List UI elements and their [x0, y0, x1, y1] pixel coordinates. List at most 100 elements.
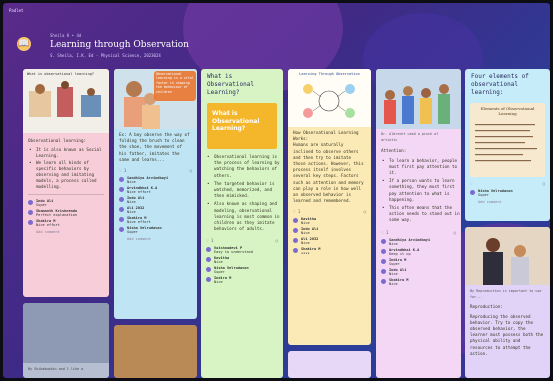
bullet-item: We learn all kinds of specific behaviors…	[23, 160, 109, 191]
avatar	[206, 247, 211, 253]
add-comment-field[interactable]: Add comment	[114, 235, 197, 244]
post-image[interactable]: Learning Through Observation	[288, 69, 371, 127]
avatar	[381, 248, 386, 254]
bullet-item: Also known as shaping and modeling, obse…	[201, 201, 283, 232]
avatar	[206, 267, 211, 273]
illustration	[376, 69, 461, 129]
avatar	[119, 197, 124, 203]
comment-text: Nice	[389, 281, 398, 286]
post-body: How Observational Learning Works: Humans…	[293, 130, 364, 204]
avatar	[293, 218, 298, 224]
image-caption: Dr. Albrecht used a pinch of artistic	[381, 132, 441, 143]
bullet-item: If a person wants to learn something, th…	[376, 178, 461, 203]
illustration	[29, 81, 101, 117]
comment-icon[interactable]: ◯	[543, 181, 545, 186]
post-image[interactable]: Elements of Observational Learning	[470, 103, 545, 177]
post-card[interactable]: By Reproduction is important to use for.…	[465, 227, 550, 378]
brand-name[interactable]: Padlet	[9, 8, 23, 13]
post-card[interactable]	[288, 351, 371, 378]
comment-text: Nice	[301, 231, 310, 236]
comment: Nisha Velrudavan Super	[114, 225, 197, 235]
avatar	[119, 227, 124, 233]
illustration	[465, 227, 550, 285]
comment: Indu Ali Nice	[376, 267, 461, 277]
avatar	[381, 238, 386, 244]
post-image[interactable]: Observational learning is a vital factor…	[114, 69, 197, 129]
comment-text: Keep it up	[389, 251, 411, 256]
post-image[interactable]	[23, 303, 109, 363]
comment: Indira M Nice	[201, 275, 283, 285]
post-title: Four elements of observational learning:	[471, 73, 533, 96]
post-card[interactable]	[114, 325, 197, 378]
comment-icon[interactable]: ◯	[190, 168, 192, 173]
comment: Kavitha Nice	[201, 255, 283, 265]
comment-icon[interactable]: ◯	[364, 209, 366, 214]
comment-icon[interactable]: ◯	[276, 238, 278, 243]
post-actions: ♡ 1 ◯	[114, 166, 197, 175]
comment-text: Super	[36, 202, 47, 207]
comment: Shakira M Nice effort	[114, 215, 197, 225]
add-comment-field[interactable]: Add comment	[465, 198, 550, 207]
comment: Shakira M Nice effort	[23, 218, 109, 228]
comment: Arvindbhai K.A Keep it up	[376, 247, 461, 257]
comment-text: Nice	[127, 210, 136, 215]
comment: Ali 2032 Nice	[114, 205, 197, 215]
bullet-item: It is also known as Social Learning.	[23, 147, 109, 159]
avatar[interactable]: 📖	[17, 37, 31, 51]
comment-icon[interactable]: ◯	[454, 230, 456, 235]
post-card[interactable]: What is observational learning? Observat…	[23, 69, 109, 297]
comment: Sandhiya Arvindbayi Nice	[376, 237, 461, 247]
comment-text: Nice	[214, 280, 223, 285]
page-subtitle: S. Sheila, I.K. Ed - Physical Science, 2…	[50, 53, 161, 58]
comment-text: Super	[127, 230, 138, 235]
bullet-item: This often means that the action needs t…	[376, 205, 461, 224]
like-count: 1	[297, 209, 301, 215]
post-card[interactable]: Four elements of observational learning:…	[465, 69, 550, 221]
image-text: What is Observational Learning?	[212, 110, 260, 132]
comment-text: Nice effort	[36, 222, 60, 227]
like-count: 1	[210, 238, 214, 244]
post-image[interactable]	[465, 227, 550, 285]
comment-text: Nice	[301, 221, 310, 226]
heart-icon[interactable]: ♡ 1	[206, 238, 213, 243]
image-caption: What is observational learning?	[27, 72, 95, 76]
post-card[interactable]: Learning Through Observation How Observa…	[288, 69, 371, 345]
heart-icon[interactable]: ♡ 1	[119, 168, 126, 173]
comment: Sandhiya Arvindbayi Nice	[114, 175, 197, 185]
post-card[interactable]: By Shihabuddin and 1 like a	[23, 303, 109, 378]
image-title: Elements of Observational Learning	[480, 106, 535, 116]
diagram	[303, 84, 355, 118]
post-image[interactable]: What is observational learning?	[23, 69, 109, 133]
heart-icon[interactable]: ♡ 1	[381, 230, 388, 235]
post-card[interactable]: Dr. Albrecht used a pinch of artistic At…	[376, 69, 461, 378]
avatar	[28, 219, 33, 225]
bullet-item: To learn a behavior, people must first p…	[376, 158, 461, 177]
breadcrumb: Sheila K • 4d	[50, 33, 82, 38]
comment-text: Nice effort	[127, 220, 151, 225]
comment: Arvindbhai K.A Nice effort	[114, 185, 197, 195]
comment-text: Nice	[214, 260, 223, 265]
element-list	[475, 124, 537, 162]
like-count: 1	[385, 229, 389, 235]
comment: Indira M Super	[376, 257, 461, 267]
avatar	[381, 278, 386, 284]
post-card[interactable]: What is Observational Learning? What is …	[201, 69, 283, 378]
post-actions: ♡ 1 ◯	[201, 236, 283, 245]
comment: Indu Ali Nice	[114, 195, 197, 205]
comment-text: Nice	[127, 200, 136, 205]
image-text: Learning Through Observation	[299, 72, 360, 76]
image-caption: By Shihabuddin and 1 like a	[28, 367, 84, 371]
comment: Indu Ali Super	[23, 198, 109, 208]
post-image[interactable]: What is Observational Learning?	[207, 103, 277, 149]
heart-icon[interactable]: ♡	[470, 181, 472, 186]
avatar	[119, 177, 124, 183]
comment-text: Super	[389, 261, 400, 266]
comment-text: Super	[478, 193, 489, 197]
post-card[interactable]: Observational learning is a vital factor…	[114, 69, 197, 319]
avatar	[293, 238, 298, 244]
post-image[interactable]	[376, 69, 461, 129]
heart-icon[interactable]: ♡ 1	[293, 209, 300, 214]
add-comment-field[interactable]: Add comment	[23, 228, 109, 237]
avatar	[381, 258, 386, 264]
comment-text: Super	[214, 270, 225, 275]
